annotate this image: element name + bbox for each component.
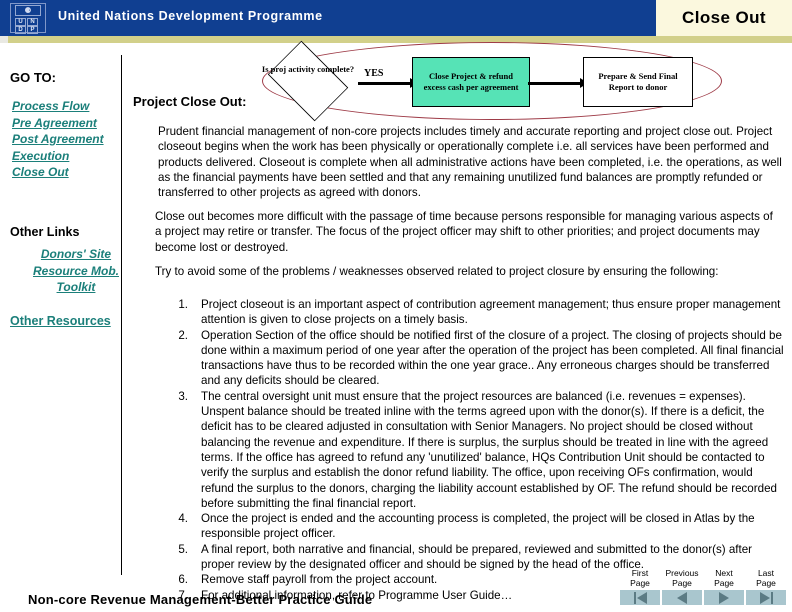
previous-page-button[interactable]: Previous Page xyxy=(662,568,702,610)
list-item-number: 1. xyxy=(178,298,188,311)
list-item-number: 5. xyxy=(178,542,188,556)
last-page-button[interactable]: Last Page xyxy=(746,568,786,610)
sidebar-item-toolkit[interactable]: Toolkit xyxy=(28,279,124,296)
header-accent-left xyxy=(0,36,8,43)
list-item-text: A final report, both narrative and finan… xyxy=(201,542,753,572)
app-header: ⚈ U N D P United Nations Development Pro… xyxy=(0,0,792,36)
sidebar-item-execution[interactable]: Execution xyxy=(12,148,120,165)
numbered-list: 1. Project closeout is an important aspe… xyxy=(163,297,785,603)
organization-name: United Nations Development Programme xyxy=(58,9,323,23)
decision-label: Is proj activity complete? xyxy=(261,64,355,74)
sidebar-divider xyxy=(121,55,122,575)
process-node-close-project-label: Close Project & refund excess cash per a… xyxy=(423,70,519,93)
paragraph-3: Try to avoid some of the problems / weak… xyxy=(155,265,719,278)
first-page-label: First Page xyxy=(630,568,650,588)
list-item: 1. Project closeout is an important aspe… xyxy=(163,297,785,328)
paragraph-2: Close out becomes more difficult with th… xyxy=(155,210,773,254)
other-links-label: Other Links xyxy=(10,225,80,239)
flow-arrow-1 xyxy=(358,82,412,85)
sidebar-item-donors-site[interactable]: Donors' Site xyxy=(28,246,124,263)
sidebar-item-process-flow[interactable]: Process Flow xyxy=(12,98,120,115)
first-page-icon[interactable] xyxy=(620,590,660,605)
process-node-final-report-label: Prepare & Send Final Report to donor xyxy=(598,70,678,93)
list-item-number: 3. xyxy=(178,389,188,403)
un-emblem-icon: ⚈ xyxy=(15,5,41,16)
header-accent-band xyxy=(8,36,792,43)
list-item: 3. The central oversight unit must ensur… xyxy=(163,389,785,511)
sidebar-item-close-out[interactable]: Close Out xyxy=(12,164,120,181)
guide-title: Non-core Revenue Management-Better Pract… xyxy=(28,592,373,607)
logo-letter-u: U xyxy=(15,18,26,26)
list-item-text: Operation Section of the office should b… xyxy=(201,328,784,388)
previous-page-icon[interactable] xyxy=(662,590,702,605)
last-page-label: Last Page xyxy=(756,568,776,588)
section-heading: Project Close Out: xyxy=(133,94,247,109)
first-page-button[interactable]: First Page xyxy=(620,568,660,610)
logo-letter-n: N xyxy=(27,18,38,26)
branch-label-yes: YES xyxy=(364,68,384,79)
list-item-text: Once the project is ended and the accoun… xyxy=(201,512,755,541)
page-title: Close Out xyxy=(682,8,766,27)
list-item: 4. Once the project is ended and the acc… xyxy=(163,511,785,542)
logo-letter-d: D xyxy=(15,26,26,34)
process-node-close-project: Close Project & refund excess cash per a… xyxy=(412,57,530,107)
decision-node: Is proj activity complete? xyxy=(248,40,368,122)
sidebar-nav: Process Flow Pre Agreement Post Agreemen… xyxy=(12,98,120,181)
sidebar-item-other-resources[interactable]: Other Resources xyxy=(10,314,111,328)
next-page-button[interactable]: Next Page xyxy=(704,568,744,610)
previous-page-label: Previous Page xyxy=(665,568,699,588)
sidebar-item-post-agreement[interactable]: Post Agreement xyxy=(12,131,120,148)
list-item-text: The central oversight unit must ensure t… xyxy=(201,389,777,510)
list-item-number: 2. xyxy=(178,328,188,342)
last-page-icon[interactable] xyxy=(746,590,786,605)
next-page-label: Next Page xyxy=(714,568,734,588)
list-item-number: 6. xyxy=(178,573,188,587)
pagination-controls: First Page Previous Page Next Page Last … xyxy=(620,568,788,610)
list-item-text: Project closeout is an important aspect … xyxy=(201,298,781,327)
undp-logo: ⚈ U N D P xyxy=(10,3,46,34)
paragraph-1: Prudent financial management of non-core… xyxy=(158,125,782,200)
list-item-number: 4. xyxy=(178,512,188,526)
list-item-text: Remove staff payroll from the project ac… xyxy=(201,573,438,587)
close-out-flowchart: Is proj activity complete? YES Close Pro… xyxy=(240,40,792,122)
other-links-nav: Donors' Site Resource Mob. Toolkit xyxy=(28,246,124,296)
list-item: 2. Operation Section of the office shoul… xyxy=(163,328,785,389)
sidebar-item-resource-mob[interactable]: Resource Mob. xyxy=(28,263,124,280)
sidebar-item-pre-agreement[interactable]: Pre Agreement xyxy=(12,115,120,132)
logo-letter-p: P xyxy=(27,26,38,34)
flow-arrow-2 xyxy=(528,82,582,85)
page-title-plate: Close Out xyxy=(656,0,792,36)
diamond-shape xyxy=(267,40,349,122)
goto-label: GO TO: xyxy=(10,70,56,85)
next-page-icon[interactable] xyxy=(704,590,744,605)
process-node-final-report: Prepare & Send Final Report to donor xyxy=(583,57,693,107)
